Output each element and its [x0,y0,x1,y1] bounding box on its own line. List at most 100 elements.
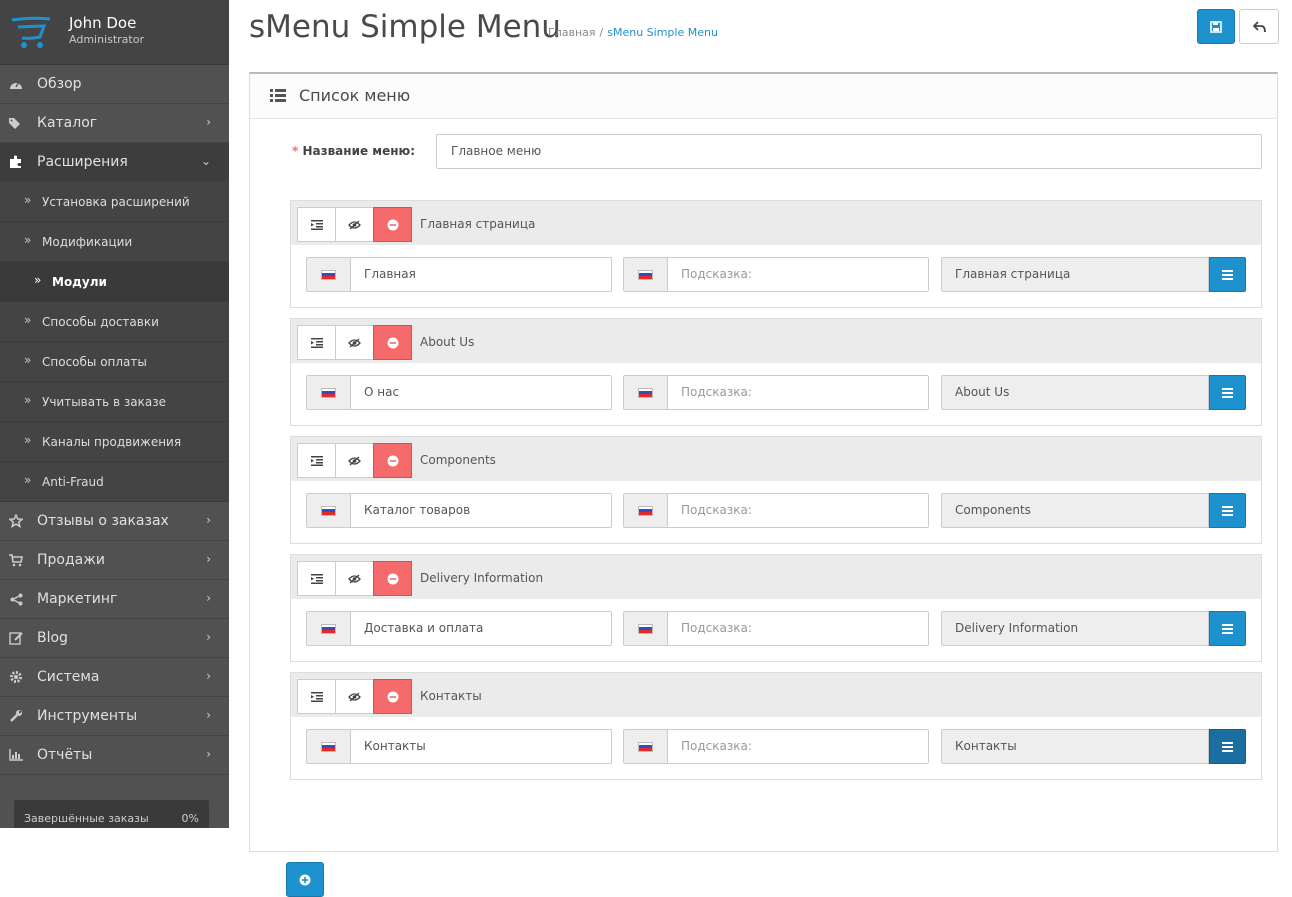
indent-button[interactable] [297,325,336,360]
remove-button[interactable] [373,443,412,478]
language-addon [623,729,667,764]
menu-item-header: Контакты [291,673,1261,717]
save-button[interactable] [1197,9,1235,44]
chevron-right-icon: › [206,747,211,761]
indent-button[interactable] [297,443,336,478]
menu-item-block: Components Каталог товаров Подсказка: Co… [290,436,1262,544]
visibility-toggle-button[interactable] [335,207,374,242]
nav-item-label: Каталог [37,115,98,131]
double-chevron-icon: » [24,313,32,327]
nav-item-bottom-2[interactable]: Маркетинг › [0,580,229,619]
menu-item-name-input[interactable]: Доставка и оплата [350,611,612,646]
minus-circle-icon [387,691,398,702]
ru-flag-icon [321,623,336,634]
menu-item-block: Delivery Information Доставка и оплата П… [290,554,1262,662]
nav-sub-item-7[interactable]: » Anti-Fraud [0,462,229,502]
minus-circle-icon [387,337,398,348]
ru-flag-icon [638,505,653,516]
remove-button[interactable] [373,325,412,360]
nav-item-2[interactable]: Расширения ⌄ [0,143,229,182]
indent-button[interactable] [297,207,336,242]
menu-item-hint-input[interactable]: Подсказка: [667,257,929,292]
menu-item-hint-input[interactable]: Подсказка: [667,729,929,764]
user-profile[interactable]: John Doe Administrator [0,0,229,65]
nav-item-bottom-4[interactable]: Система › [0,658,229,697]
ru-flag-icon [638,623,653,634]
menu-item-name-input[interactable]: Главная [350,257,612,292]
link-input-group: Delivery Information [941,611,1246,646]
remove-button[interactable] [373,679,412,714]
remove-button[interactable] [373,561,412,596]
nav-item-bottom-5[interactable]: Инструменты › [0,697,229,736]
cog-icon [8,670,24,684]
breadcrumb-current[interactable]: sMenu Simple Menu [607,26,718,39]
page-title: sMenu Simple Menu [249,9,561,45]
nav-item-1[interactable]: Каталог › [0,104,229,143]
indent-button[interactable] [297,679,336,714]
menu-name-input[interactable]: Главное меню [436,134,1262,169]
ru-flag-icon [638,387,653,398]
nav-item-bottom-0[interactable]: Отзывы о заказах › [0,502,229,541]
double-chevron-icon: » [24,393,32,407]
nav-item-bottom-1[interactable]: Продажи › [0,541,229,580]
double-chevron-icon: » [24,473,32,487]
nav-sub-item-4[interactable]: » Способы оплаты [0,342,229,382]
visibility-toggle-button[interactable] [335,679,374,714]
select-link-button[interactable] [1209,611,1246,646]
menu-item-header: Delivery Information [291,555,1261,599]
visibility-toggle-button[interactable] [335,443,374,478]
puzzle-icon [8,155,24,169]
nav-sub-item-6[interactable]: » Каналы продвижения [0,422,229,462]
menu-item-hint-input[interactable]: Подсказка: [667,493,929,528]
chevron-right-icon: › [206,669,211,683]
select-link-button[interactable] [1209,493,1246,528]
indent-button[interactable] [297,561,336,596]
menu-item-fields: О нас Подсказка: About Us [291,363,1261,425]
nav-sub-item-0[interactable]: » Установка расширений [0,182,229,222]
select-link-button[interactable] [1209,729,1246,764]
minus-circle-icon [387,219,398,230]
bars-icon [1222,741,1233,752]
nav-item-bottom-3[interactable]: Blog › [0,619,229,658]
nav-sub-item-2[interactable]: » Модули [0,262,229,302]
nav-item-label: Система [37,669,100,685]
nav-item-0[interactable]: Обзор [0,65,229,104]
nav-item-label: Обзор [37,76,82,92]
breadcrumb-home[interactable]: Главная [548,26,596,39]
visibility-toggle-button[interactable] [335,325,374,360]
menu-item-name-input[interactable]: Каталог товаров [350,493,612,528]
nav-item-bottom-6[interactable]: Отчёты › [0,736,229,775]
menu-item-link-field: Главная страница [941,257,1209,292]
menu-item-name-input[interactable]: Контакты [350,729,612,764]
eye-slash-icon [348,338,361,347]
menu-item-hint-input[interactable]: Подсказка: [667,611,929,646]
nav-item-label: Расширения [37,154,128,170]
star-icon [8,514,24,528]
menu-item-title: Components [420,453,496,467]
menu-item-header: Главная страница [291,201,1261,245]
opencart-logo-icon [11,16,51,48]
ru-flag-icon [321,387,336,398]
main-content: sMenu Simple Menu Главная / sMenu Simple… [229,0,1292,897]
list-icon [270,89,286,102]
select-link-button[interactable] [1209,257,1246,292]
cart-icon [8,553,24,567]
nav-sub-item-1[interactable]: » Модификации [0,222,229,262]
remove-button[interactable] [373,207,412,242]
back-button[interactable] [1239,9,1279,44]
menu-item-actions [297,679,412,714]
add-menu-item-button[interactable] [286,862,324,897]
menu-item-link-field: About Us [941,375,1209,410]
nav-sub-item-label: Способы доставки [42,315,159,329]
menu-item-title: About Us [420,335,475,349]
menu-item-name-input[interactable]: О нас [350,375,612,410]
visibility-toggle-button[interactable] [335,561,374,596]
menu-item-header: About Us [291,319,1261,363]
nav-sub-item-label: Каналы продвижения [42,435,182,449]
select-link-button[interactable] [1209,375,1246,410]
nav-sub-item-3[interactable]: » Способы доставки [0,302,229,342]
menu-item-hint-input[interactable]: Подсказка: [667,375,929,410]
menu-item-fields: Доставка и оплата Подсказка: Delivery In… [291,599,1261,661]
menu-item-actions [297,443,412,478]
nav-sub-item-5[interactable]: » Учитывать в заказе [0,382,229,422]
